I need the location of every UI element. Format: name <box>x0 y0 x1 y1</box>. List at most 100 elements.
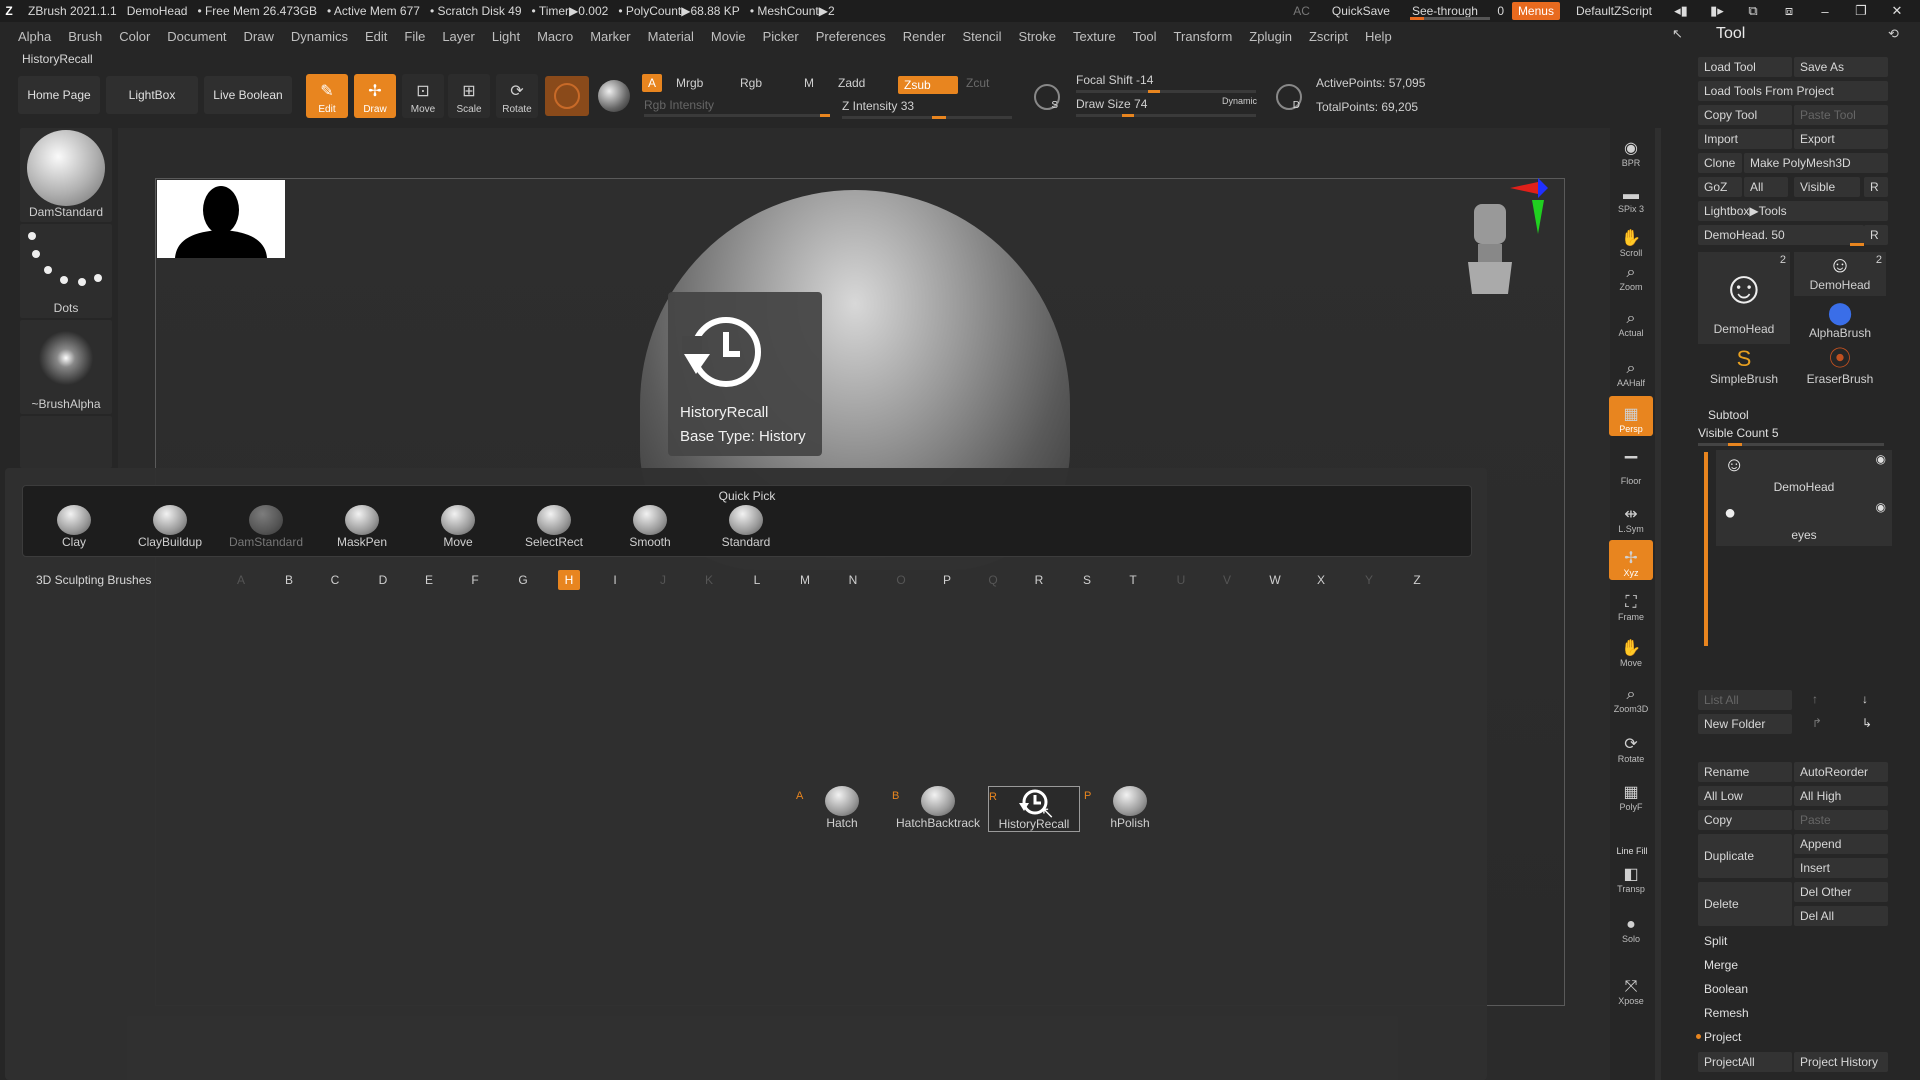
minimize-icon[interactable]: – <box>1812 4 1838 19</box>
menu-item-draw[interactable]: Draw <box>244 29 274 44</box>
right-strip-xpose[interactable]: ⤧ Xpose <box>1609 968 1653 1008</box>
letter-filter-f[interactable]: F <box>464 570 486 590</box>
quick-pick-damstandard[interactable]: DamStandard <box>220 505 312 549</box>
right-strip-frame[interactable]: ⛶ Frame <box>1609 584 1653 624</box>
quick-pick-selectrect[interactable]: SelectRect <box>508 505 600 549</box>
duplicate-button[interactable]: Duplicate <box>1698 834 1792 878</box>
project-all-button[interactable]: ProjectAll <box>1698 1052 1792 1072</box>
draw-size-track[interactable] <box>1076 114 1256 117</box>
quick-pick-standard[interactable]: Standard <box>700 505 792 549</box>
menu-item-movie[interactable]: Movie <box>711 29 746 44</box>
project-history-button[interactable]: Project History <box>1794 1052 1888 1072</box>
layout-icon[interactable]: ⧉ <box>1740 3 1766 19</box>
rgb-toggle[interactable]: Rgb <box>734 74 768 92</box>
letter-filter-s[interactable]: S <box>1076 570 1098 590</box>
import-button[interactable]: Import <box>1698 129 1792 149</box>
brush-thumbnail[interactable]: DamStandard <box>20 128 112 222</box>
letter-filter-n[interactable]: N <box>842 570 864 590</box>
live-boolean-button[interactable]: Live Boolean <box>204 76 292 114</box>
letter-filter-z[interactable]: Z <box>1406 570 1428 590</box>
del-other-button[interactable]: Del Other <box>1794 882 1888 902</box>
letter-filter-b[interactable]: B <box>278 570 300 590</box>
m-toggle[interactable]: M <box>798 74 820 92</box>
quick-pick-clay[interactable]: Clay <box>28 505 120 549</box>
menu-item-transform[interactable]: Transform <box>1174 29 1233 44</box>
menu-item-alpha[interactable]: Alpha <box>18 29 51 44</box>
all-high-button[interactable]: All High <box>1794 786 1888 806</box>
menu-item-light[interactable]: Light <box>492 29 520 44</box>
visible-count-track[interactable] <box>1698 443 1884 446</box>
menu-item-document[interactable]: Document <box>167 29 226 44</box>
subtool-demohead[interactable]: ☺ DemoHead ◉ <box>1716 450 1892 498</box>
right-strip-floor[interactable]: ▔ Floor <box>1609 448 1653 488</box>
copy-button[interactable]: Copy <box>1698 810 1792 830</box>
split-section[interactable]: Split <box>1704 934 1727 948</box>
eye-icon[interactable]: ◉ <box>1876 452 1886 466</box>
edit-button[interactable]: ✎ Edit <box>306 74 348 118</box>
z-intensity-track[interactable] <box>842 116 1012 119</box>
menu-item-help[interactable]: Help <box>1365 29 1392 44</box>
right-strip-zoom[interactable]: ⌕ Zoom <box>1609 254 1653 294</box>
right-strip-move[interactable]: ✋ Move <box>1609 630 1653 670</box>
goz-visible-button[interactable]: Visible <box>1794 177 1860 197</box>
menu-item-render[interactable]: Render <box>903 29 946 44</box>
letter-filter-y[interactable]: Y <box>1358 570 1380 590</box>
brush-hatchbacktrack[interactable]: B HatchBacktrack <box>892 786 984 830</box>
dynamic-label[interactable]: Dynamic <box>1222 96 1257 106</box>
menu-item-picker[interactable]: Picker <box>763 29 799 44</box>
brush-hatch[interactable]: A Hatch <box>796 786 888 830</box>
panel-left-icon[interactable]: ◂▮ <box>1668 3 1694 19</box>
right-strip-bpr[interactable]: ◉ BPR <box>1609 130 1653 170</box>
letter-filter-i[interactable]: I <box>604 570 626 590</box>
letter-filter-g[interactable]: G <box>512 570 534 590</box>
focal-shift-track[interactable] <box>1076 90 1256 93</box>
load-tool-button[interactable]: Load Tool <box>1698 57 1792 77</box>
letter-filter-c[interactable]: C <box>324 570 346 590</box>
rotate-button[interactable]: ⟳ Rotate <box>496 74 538 118</box>
demohead-thumb-2[interactable]: ☺ DemoHead 2 <box>1794 252 1886 296</box>
visible-count-label[interactable]: Visible Count 5 <box>1698 426 1779 440</box>
all-low-button[interactable]: All Low <box>1698 786 1792 806</box>
arrow-down-icon[interactable]: ↓ <box>1862 692 1868 706</box>
demohead-thumb[interactable]: ☺ DemoHead 2 <box>1698 252 1790 344</box>
menu-item-stencil[interactable]: Stencil <box>962 29 1001 44</box>
insert-button[interactable]: Insert <box>1794 858 1888 878</box>
right-strip-polyf[interactable]: ▦ PolyF <box>1609 774 1653 814</box>
menu-item-material[interactable]: Material <box>648 29 694 44</box>
letter-filter-d[interactable]: D <box>372 570 394 590</box>
new-folder-button[interactable]: New Folder <box>1698 714 1792 734</box>
letter-filter-q[interactable]: Q <box>982 570 1004 590</box>
home-page-button[interactable]: Home Page <box>18 76 100 114</box>
letter-filter-t[interactable]: T <box>1122 570 1144 590</box>
goz-button[interactable]: GoZ <box>1698 177 1742 197</box>
folder-arrow-icon[interactable]: ↱ <box>1812 716 1822 730</box>
menu-item-file[interactable]: File <box>404 29 425 44</box>
merge-section[interactable]: Merge <box>1704 958 1738 972</box>
right-strip-transp[interactable]: ◧ Transp <box>1609 856 1653 896</box>
menu-item-macro[interactable]: Macro <box>537 29 573 44</box>
clone-button[interactable]: Clone <box>1698 153 1742 173</box>
alpha-thumbnail[interactable]: ~BrushAlpha <box>20 320 112 414</box>
right-strip-l-sym[interactable]: ⇹ L.Sym <box>1609 496 1653 536</box>
lightbox-tools-button[interactable]: Lightbox▶Tools <box>1698 201 1888 221</box>
menu-item-dynamics[interactable]: Dynamics <box>291 29 348 44</box>
right-strip-solo[interactable]: ● Solo <box>1609 906 1653 946</box>
zsub-toggle[interactable]: Zsub <box>898 76 958 94</box>
letter-filter-h[interactable]: H <box>558 570 580 590</box>
stroke-thumbnail[interactable]: Dots <box>20 224 112 318</box>
folder-enter-icon[interactable]: ↳ <box>1862 716 1872 730</box>
right-strip-xyz[interactable]: ✢ Xyz <box>1609 540 1653 580</box>
mrgb-toggle[interactable]: Mrgb <box>670 74 709 92</box>
autoreorder-button[interactable]: AutoReorder <box>1794 762 1888 782</box>
menu-item-stroke[interactable]: Stroke <box>1018 29 1056 44</box>
demohead-r-button[interactable]: R <box>1864 225 1888 245</box>
navigation-head-icon[interactable] <box>1464 198 1516 302</box>
arrow-up-icon[interactable]: ↑ <box>1812 692 1818 706</box>
del-all-button[interactable]: Del All <box>1794 906 1888 926</box>
see-through-slider[interactable]: See-through 0 <box>1406 2 1504 20</box>
subtool-eyes[interactable]: ● eyes ◉ <box>1716 498 1892 546</box>
menu-item-preferences[interactable]: Preferences <box>816 29 886 44</box>
close-icon[interactable]: ✕ <box>1884 3 1910 19</box>
simplebrush-thumb[interactable]: S SimpleBrush <box>1698 346 1790 390</box>
zcut-toggle[interactable]: Zcut <box>960 74 995 92</box>
